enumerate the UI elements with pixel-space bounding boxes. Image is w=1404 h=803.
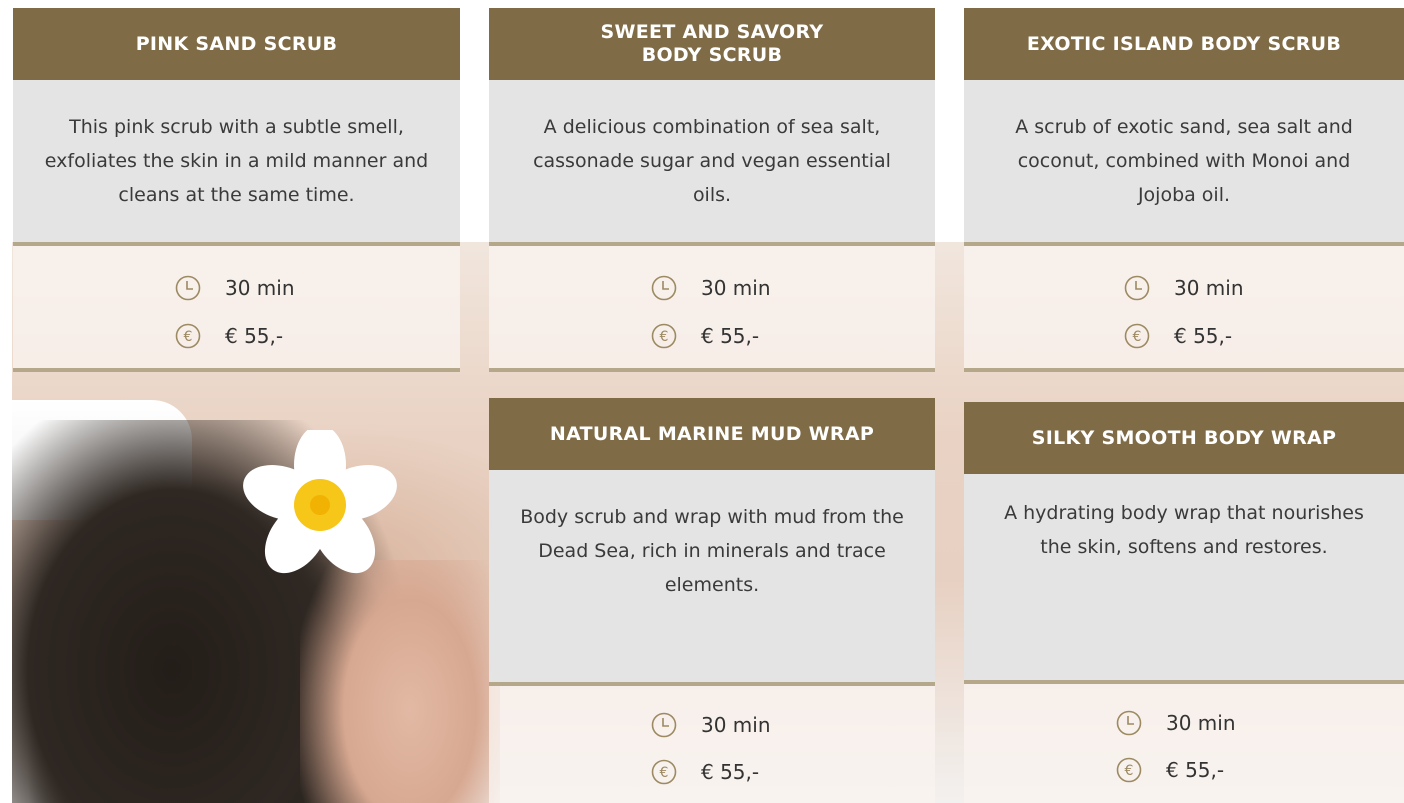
price-row: € € 55,-	[1116, 755, 1224, 785]
card-description: A hydrating body wrap that nourishes the…	[964, 474, 1404, 684]
clock-icon	[1124, 275, 1150, 301]
duration-row: 30 min	[1124, 273, 1244, 303]
flower-image	[243, 430, 397, 574]
card-info-panel: 30 min € € 55,-	[13, 246, 460, 372]
price-text: € 55,-	[1174, 324, 1233, 348]
card-info-panel: 30 min € € 55,-	[489, 686, 935, 803]
duration-text: 30 min	[225, 276, 295, 300]
duration-row: 30 min	[651, 273, 771, 303]
clock-icon	[175, 275, 201, 301]
card-info-panel: 30 min € € 55,-	[489, 246, 935, 372]
card-info-panel: 30 min € € 55,-	[964, 246, 1404, 372]
svg-text:€: €	[1133, 329, 1142, 345]
card-description: A delicious combination of sea salt, cas…	[489, 80, 935, 246]
card-title: SWEET AND SAVORY BODY SCRUB	[489, 8, 935, 80]
card-info-panel: 30 min € € 55,-	[964, 684, 1404, 803]
euro-icon: €	[1124, 323, 1150, 349]
duration-row: 30 min	[175, 273, 295, 303]
duration-text: 30 min	[701, 276, 771, 300]
card-title: PINK SAND SCRUB	[13, 8, 460, 80]
price-row: € € 55,-	[651, 321, 759, 351]
price-text: € 55,-	[1166, 758, 1225, 782]
card-title: NATURAL MARINE MUD WRAP	[489, 398, 935, 470]
card-description: This pink scrub with a subtle smell, exf…	[13, 80, 460, 246]
card-description: A scrub of exotic sand, sea salt and coc…	[964, 80, 1404, 246]
euro-icon: €	[651, 759, 677, 785]
duration-row: 30 min	[1116, 708, 1236, 738]
svg-text:€: €	[660, 765, 669, 781]
clock-icon	[651, 712, 677, 738]
duration-text: 30 min	[1166, 711, 1236, 735]
price-text: € 55,-	[701, 760, 760, 784]
price-text: € 55,-	[225, 324, 284, 348]
background-face	[300, 560, 500, 803]
price-row: € € 55,-	[651, 757, 759, 787]
clock-icon	[651, 275, 677, 301]
price-text: € 55,-	[701, 324, 760, 348]
card-title: SILKY SMOOTH BODY WRAP	[964, 402, 1404, 474]
price-row: € € 55,-	[1124, 321, 1232, 351]
svg-text:€: €	[1125, 763, 1134, 779]
card-title: EXOTIC ISLAND BODY SCRUB	[964, 8, 1404, 80]
treatment-card-exotic-island-body-scrub: EXOTIC ISLAND BODY SCRUB A scrub of exot…	[964, 8, 1404, 372]
euro-icon: €	[175, 323, 201, 349]
duration-row: 30 min	[651, 710, 771, 740]
card-description: Body scrub and wrap with mud from the De…	[489, 470, 935, 686]
euro-icon: €	[651, 323, 677, 349]
price-row: € € 55,-	[175, 321, 283, 351]
treatment-card-silky-smooth-body-wrap: SILKY SMOOTH BODY WRAP A hydrating body …	[964, 402, 1404, 803]
svg-text:€: €	[660, 329, 669, 345]
duration-text: 30 min	[1174, 276, 1244, 300]
svg-text:€: €	[184, 329, 193, 345]
treatment-card-natural-marine-mud-wrap: NATURAL MARINE MUD WRAP Body scrub and w…	[489, 398, 935, 803]
treatment-card-pink-sand-scrub: PINK SAND SCRUB This pink scrub with a s…	[13, 8, 460, 372]
clock-icon	[1116, 710, 1142, 736]
euro-icon: €	[1116, 757, 1142, 783]
duration-text: 30 min	[701, 713, 771, 737]
treatment-card-sweet-savory-body-scrub: SWEET AND SAVORY BODY SCRUB A delicious …	[489, 8, 935, 372]
